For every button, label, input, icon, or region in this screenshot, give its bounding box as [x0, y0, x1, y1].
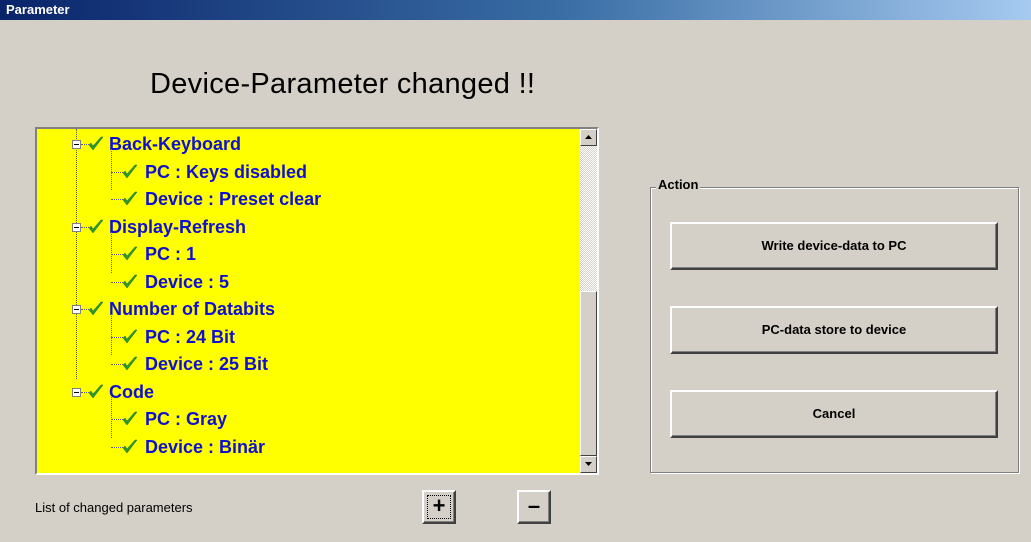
check-icon	[122, 246, 138, 261]
title-bar[interactable]: Parameter	[0, 0, 1031, 20]
tree-leaf-label: Device : Preset clear	[145, 189, 322, 209]
tree-content: Back-Keyboard PC : Keys disabled Device : …	[37, 129, 580, 473]
page-heading: Device-Parameter changed !!	[150, 68, 536, 100]
tree-leaf[interactable]: PC : 24 Bit	[37, 324, 577, 350]
collapse-all-button[interactable]: –	[517, 490, 551, 524]
tree-group[interactable]: Number of Databits	[37, 296, 577, 322]
check-icon	[88, 384, 104, 398]
tree-leaf[interactable]: Device : Binär	[37, 434, 577, 460]
tree-group[interactable]: Back-Keyboard	[37, 131, 577, 157]
check-icon	[122, 191, 138, 206]
minus-box-icon[interactable]	[72, 305, 81, 314]
collapse-label: –	[527, 493, 541, 518]
action-group-label: Action	[656, 177, 701, 192]
check-icon	[88, 219, 104, 233]
arrow-up-icon	[585, 135, 592, 139]
window-title: Parameter	[6, 2, 70, 17]
minus-box-icon[interactable]	[72, 222, 81, 232]
tree-leaf-label: Device : Binär	[145, 436, 266, 457]
minus-box-icon[interactable]	[72, 387, 81, 397]
tree-leaf[interactable]: Device : 5	[37, 269, 577, 295]
tree-leaf[interactable]: PC : 1	[37, 241, 577, 267]
tree-leaf[interactable]: PC : Gray	[37, 406, 577, 432]
check-icon	[88, 301, 104, 316]
scroll-thumb[interactable]	[580, 291, 597, 456]
tree-group-label: Number of Databits	[109, 299, 276, 319]
check-icon	[88, 136, 104, 151]
minus-box-icon[interactable]	[72, 140, 81, 149]
scroll-up-button[interactable]	[580, 129, 597, 146]
check-icon	[122, 329, 138, 343]
tree-group[interactable]: Display-Refresh	[37, 214, 577, 240]
tree-leaf-label: PC : Gray	[145, 409, 228, 429]
vertical-scrollbar[interactable]	[580, 129, 597, 473]
tree-leaf[interactable]: Device : 25 Bit	[37, 351, 577, 377]
check-icon	[122, 164, 138, 178]
tree-group-label: Code	[109, 381, 154, 402]
check-icon	[122, 411, 138, 426]
changed-parameters-label: List of changed parameters	[35, 500, 193, 515]
tree-leaf[interactable]: PC : Keys disabled	[37, 159, 577, 185]
check-icon	[122, 356, 138, 371]
arrow-down-icon	[585, 462, 592, 466]
tree-group[interactable]: Code	[37, 379, 577, 405]
check-icon	[122, 274, 138, 288]
tree-leaf-label: Device : 25 Bit	[145, 354, 269, 374]
tree-leaf-label: PC : Keys disabled	[145, 161, 308, 182]
expand-all-button[interactable]: +	[422, 490, 456, 524]
store-pc-data-button[interactable]: PC-data store to device	[670, 306, 998, 354]
tree-leaf[interactable]: Device : Preset clear	[37, 186, 577, 212]
write-device-data-button[interactable]: Write device-data to PC	[670, 222, 998, 270]
tree-group-label: Display-Refresh	[109, 216, 247, 237]
tree-leaf-label: PC : 1	[145, 244, 197, 264]
tree-group-label: Back-Keyboard	[109, 134, 242, 154]
cancel-button[interactable]: Cancel	[670, 390, 998, 438]
focus-outline	[427, 495, 451, 519]
tree-leaf-label: Device : 5	[145, 271, 230, 292]
scroll-down-button[interactable]	[580, 456, 597, 473]
check-icon	[122, 439, 138, 453]
parameter-tree[interactable]: Back-Keyboard PC : Keys disabled Device : …	[35, 127, 599, 475]
tree-leaf-label: PC : 24 Bit	[145, 326, 236, 347]
